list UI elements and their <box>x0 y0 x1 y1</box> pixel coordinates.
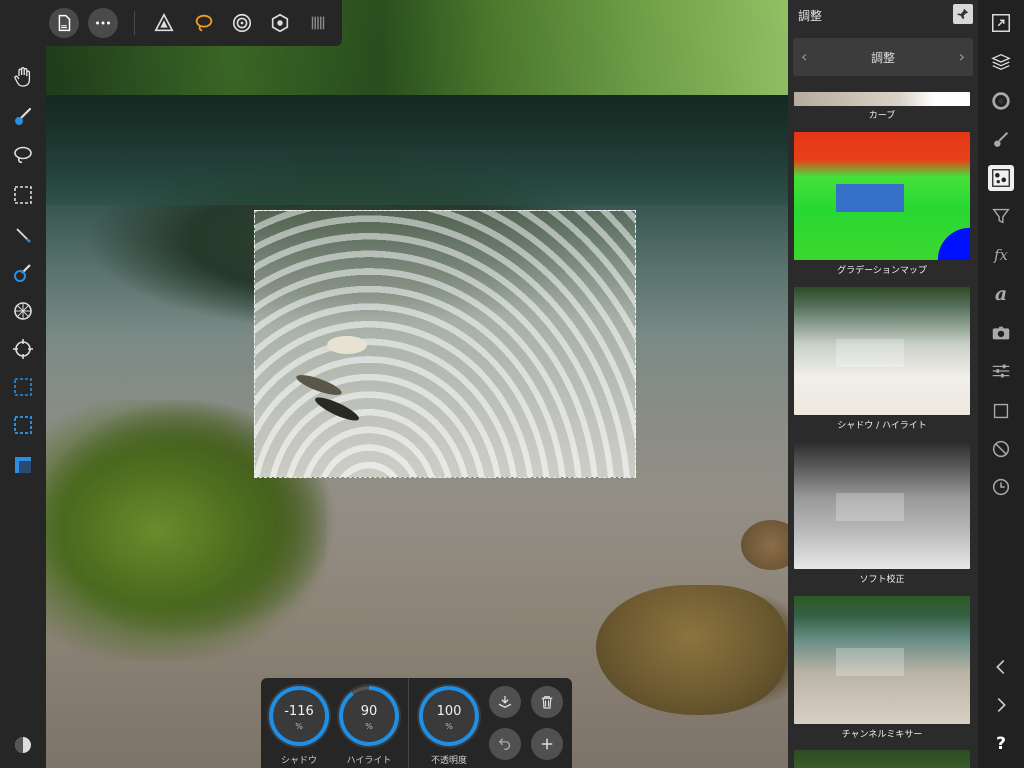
dropper-icon[interactable] <box>8 220 38 250</box>
canvas-water-reflection <box>46 95 788 205</box>
adjustment-list: カーブ グラデーションマップ シャドウ / ハイライト ソフト校正 チャンネルミ… <box>788 80 978 768</box>
top-bar-divider <box>134 11 135 35</box>
merge-down-icon[interactable] <box>489 686 521 718</box>
top-bar <box>0 0 342 46</box>
adjustment-label: シャドウ / ハイライト <box>837 421 927 431</box>
next-category-button[interactable]: › <box>959 47 965 66</box>
adjustment-label: グラデーションマップ <box>837 266 927 276</box>
add-icon[interactable] <box>531 728 563 760</box>
adjustment-label: カーブ <box>868 111 896 121</box>
photo-canvas[interactable] <box>46 0 788 768</box>
highlights-dial[interactable]: 90 % <box>337 684 401 748</box>
paint-brush-icon[interactable] <box>8 102 38 132</box>
thumbnail <box>794 92 970 106</box>
chevron-left-icon[interactable] <box>988 654 1014 680</box>
rect-select-icon[interactable] <box>8 372 38 402</box>
panel-header: 調整 <box>788 0 978 30</box>
layers-icon[interactable] <box>988 49 1014 75</box>
category-navigator: ‹ 調整 › <box>793 38 973 76</box>
navigator-icon[interactable] <box>988 10 1014 36</box>
adjustment-item-channel-mixer[interactable]: チャンネルミキサー <box>794 596 970 742</box>
adjustments-icon[interactable] <box>988 165 1014 191</box>
shadows-value: -116 <box>284 704 314 719</box>
thumbnail <box>794 132 970 260</box>
thumbnail <box>794 596 970 724</box>
adjustment-item-next[interactable] <box>794 750 970 768</box>
adjustment-item-curves[interactable]: カーブ <box>794 92 970 132</box>
text-icon[interactable]: a <box>988 281 1014 307</box>
shadows-unit: % <box>295 722 303 731</box>
highlights-value: 90 <box>360 704 378 719</box>
develop-persona-icon[interactable] <box>265 8 295 38</box>
transform-icon[interactable] <box>988 398 1014 424</box>
canvas-rock <box>596 585 786 715</box>
document-icon[interactable] <box>49 8 79 38</box>
panel-title: 調整 <box>798 9 823 23</box>
app: 調整 ‹ 調整 › カーブ グラデーションマップ シャドウ / ハイライト ソフ… <box>0 0 1024 768</box>
highlights-label: ハイライト <box>346 756 392 766</box>
target-icon[interactable] <box>8 334 38 364</box>
canvas-stone <box>327 336 367 354</box>
sliders-icon[interactable] <box>988 358 1014 384</box>
burst-icon[interactable] <box>8 296 38 326</box>
adjustment-item-shadows-highlights[interactable]: シャドウ / ハイライト <box>794 287 970 433</box>
shadows-label: シャドウ <box>280 756 317 766</box>
thumbnail <box>794 441 970 569</box>
history-icon[interactable] <box>988 474 1014 500</box>
opacity-value: 100 <box>436 704 462 719</box>
help-icon[interactable]: ? <box>988 731 1014 757</box>
liquify-persona-icon[interactable] <box>227 8 257 38</box>
adjustment-item-gradient-map[interactable]: グラデーションマップ <box>794 132 970 278</box>
camera-icon[interactable] <box>988 320 1014 346</box>
retouch-brush-icon[interactable] <box>8 258 38 288</box>
canvas-fish <box>294 371 344 399</box>
rect-select-dashed-icon[interactable] <box>8 410 38 440</box>
adjustment-label: チャンネルミキサー <box>841 730 923 740</box>
color-swatch-icon[interactable] <box>8 730 38 760</box>
context-toolbar: -116 % シャドウ 90 % ハイライト 100 % 不透明度 <box>261 678 572 768</box>
adjustment-label: ソフト校正 <box>859 575 905 585</box>
pin-icon[interactable] <box>953 4 973 24</box>
filter-icon[interactable] <box>988 203 1014 229</box>
canvas-rock-small <box>741 520 788 570</box>
thumbnail <box>794 287 970 415</box>
marquee-select-icon[interactable] <box>8 180 38 210</box>
lasso-icon[interactable] <box>8 140 38 170</box>
category-label: 調整 <box>870 51 895 65</box>
color-wheel-icon[interactable] <box>988 88 1014 114</box>
opacity-dial[interactable]: 100 % <box>417 684 481 748</box>
no-entry-icon[interactable] <box>988 436 1014 462</box>
shadows-dial[interactable]: -116 % <box>267 684 331 748</box>
undo-icon[interactable] <box>489 728 521 760</box>
opacity-label: 不透明度 <box>430 756 467 766</box>
canvas-fish <box>312 393 362 425</box>
view-hand-icon[interactable] <box>8 62 38 92</box>
adjustment-item-soft-proof[interactable]: ソフト校正 <box>794 441 970 587</box>
export-persona-icon[interactable] <box>303 8 333 38</box>
pixel-persona-icon[interactable] <box>149 8 179 38</box>
fx-icon[interactable]: fx <box>988 242 1014 268</box>
highlights-unit: % <box>365 722 373 731</box>
studio-iconbar: fx a ? <box>978 0 1024 768</box>
more-icon[interactable] <box>88 8 118 38</box>
crop-overlay-icon[interactable] <box>8 450 38 480</box>
left-toolbar <box>0 0 46 768</box>
adjustments-panel: 調整 ‹ 調整 › カーブ グラデーションマップ シャドウ / ハイライト ソフ… <box>788 0 978 768</box>
brushes-icon[interactable] <box>988 127 1014 153</box>
chevron-right-icon[interactable] <box>988 692 1014 718</box>
lasso-persona-icon[interactable] <box>189 8 219 38</box>
trash-icon[interactable] <box>531 686 563 718</box>
opacity-unit: % <box>445 722 453 731</box>
thumbnail <box>794 750 970 768</box>
selection-marquee[interactable] <box>254 210 636 478</box>
